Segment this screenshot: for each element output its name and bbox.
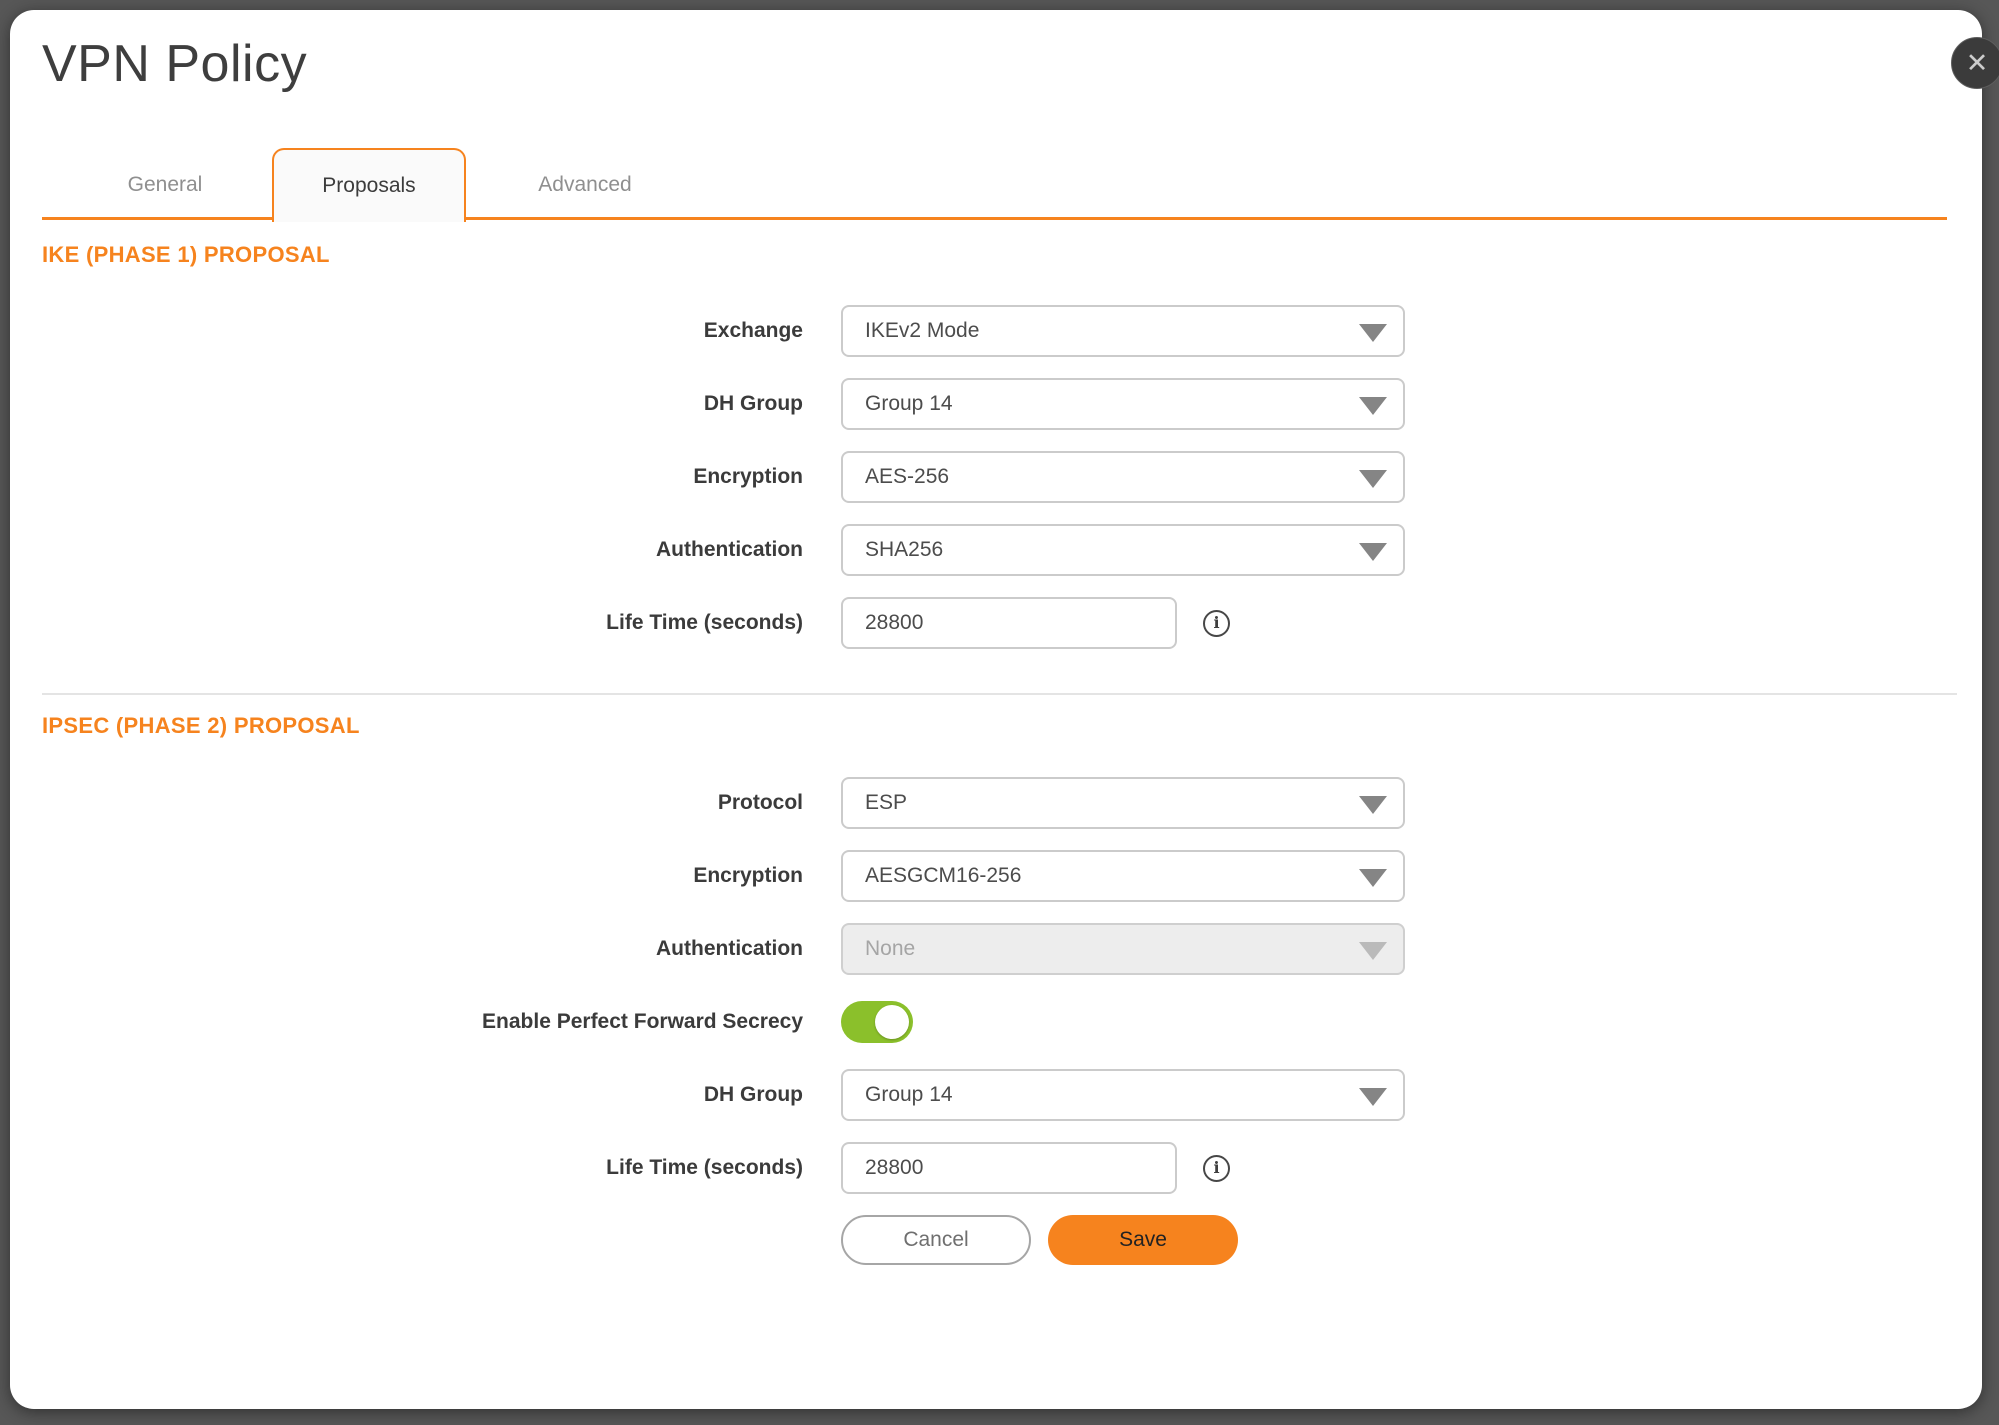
ike-authentication-row: Authentication SHA256 [42, 524, 1982, 576]
ike-authentication-value: SHA256 [865, 538, 943, 562]
chevron-down-icon [1359, 1088, 1387, 1106]
ike-encryption-value: AES-256 [865, 465, 949, 489]
tab-general[interactable]: General [85, 156, 245, 213]
ike-dh-group-row: DH Group Group 14 [42, 378, 1982, 430]
ipsec-life-time-row: Life Time (seconds) [42, 1142, 1982, 1194]
ipsec-life-time-label: Life Time (seconds) [42, 1156, 803, 1180]
ike-phase1-heading: IKE (PHASE 1) PROPOSAL [42, 242, 1982, 268]
vpn-policy-dialog: VPN Policy General Proposals Advanced IK… [10, 10, 1982, 1409]
ipsec-authentication-row: Authentication None [42, 923, 1982, 975]
chevron-down-icon [1359, 796, 1387, 814]
ike-life-time-label: Life Time (seconds) [42, 611, 803, 635]
ipsec-dh-group-value: Group 14 [865, 1083, 953, 1107]
ipsec-encryption-dropdown[interactable]: AESGCM16-256 [841, 850, 1405, 902]
pfs-row: Enable Perfect Forward Secrecy [42, 996, 1982, 1048]
protocol-value: ESP [865, 791, 907, 815]
exchange-value: IKEv2 Mode [865, 319, 979, 343]
pfs-toggle[interactable] [841, 1001, 913, 1043]
chevron-down-icon [1359, 543, 1387, 561]
ike-authentication-dropdown[interactable]: SHA256 [841, 524, 1405, 576]
chevron-down-icon [1359, 942, 1387, 960]
info-icon[interactable] [1203, 1155, 1230, 1182]
protocol-dropdown[interactable]: ESP [841, 777, 1405, 829]
ike-encryption-row: Encryption AES-256 [42, 451, 1982, 503]
ike-dh-group-dropdown[interactable]: Group 14 [841, 378, 1405, 430]
tab-advanced[interactable]: Advanced [505, 156, 665, 213]
ipsec-encryption-value: AESGCM16-256 [865, 864, 1021, 888]
chevron-down-icon [1359, 397, 1387, 415]
info-icon[interactable] [1203, 610, 1230, 637]
ipsec-life-time-input[interactable] [841, 1142, 1177, 1194]
exchange-label: Exchange [42, 319, 803, 343]
section-divider [42, 693, 1957, 695]
protocol-label: Protocol [42, 791, 803, 815]
page-title: VPN Policy [42, 34, 307, 94]
exchange-dropdown[interactable]: IKEv2 Mode [841, 305, 1405, 357]
chevron-down-icon [1359, 324, 1387, 342]
ike-life-time-input[interactable] [841, 597, 1177, 649]
ipsec-phase2-heading: IPSEC (PHASE 2) PROPOSAL [42, 713, 1982, 739]
ipsec-encryption-label: Encryption [42, 864, 803, 888]
close-icon[interactable] [1951, 37, 1999, 89]
ike-dh-group-label: DH Group [42, 392, 803, 416]
cancel-button[interactable]: Cancel [841, 1215, 1031, 1265]
ipsec-authentication-dropdown-disabled: None [841, 923, 1405, 975]
proposals-tab-panel: IKE (PHASE 1) PROPOSAL Exchange IKEv2 Mo… [10, 242, 1982, 1265]
ipsec-dh-group-dropdown[interactable]: Group 14 [841, 1069, 1405, 1121]
ipsec-dh-group-label: DH Group [42, 1083, 803, 1107]
ipsec-encryption-row: Encryption AESGCM16-256 [42, 850, 1982, 902]
exchange-row: Exchange IKEv2 Mode [42, 305, 1982, 357]
ike-dh-group-value: Group 14 [865, 392, 953, 416]
toggle-knob [875, 1005, 909, 1039]
protocol-row: Protocol ESP [42, 777, 1982, 829]
ipsec-dh-group-row: DH Group Group 14 [42, 1069, 1982, 1121]
ike-authentication-label: Authentication [42, 538, 803, 562]
pfs-label: Enable Perfect Forward Secrecy [42, 1010, 803, 1034]
chevron-down-icon [1359, 470, 1387, 488]
ike-encryption-dropdown[interactable]: AES-256 [841, 451, 1405, 503]
ike-life-time-row: Life Time (seconds) [42, 597, 1982, 649]
save-button[interactable]: Save [1048, 1215, 1238, 1265]
ipsec-authentication-label: Authentication [42, 937, 803, 961]
ike-encryption-label: Encryption [42, 465, 803, 489]
tab-proposals[interactable]: Proposals [272, 148, 466, 222]
ipsec-authentication-value: None [865, 937, 915, 961]
dialog-actions: Cancel Save [10, 1215, 1982, 1265]
chevron-down-icon [1359, 869, 1387, 887]
